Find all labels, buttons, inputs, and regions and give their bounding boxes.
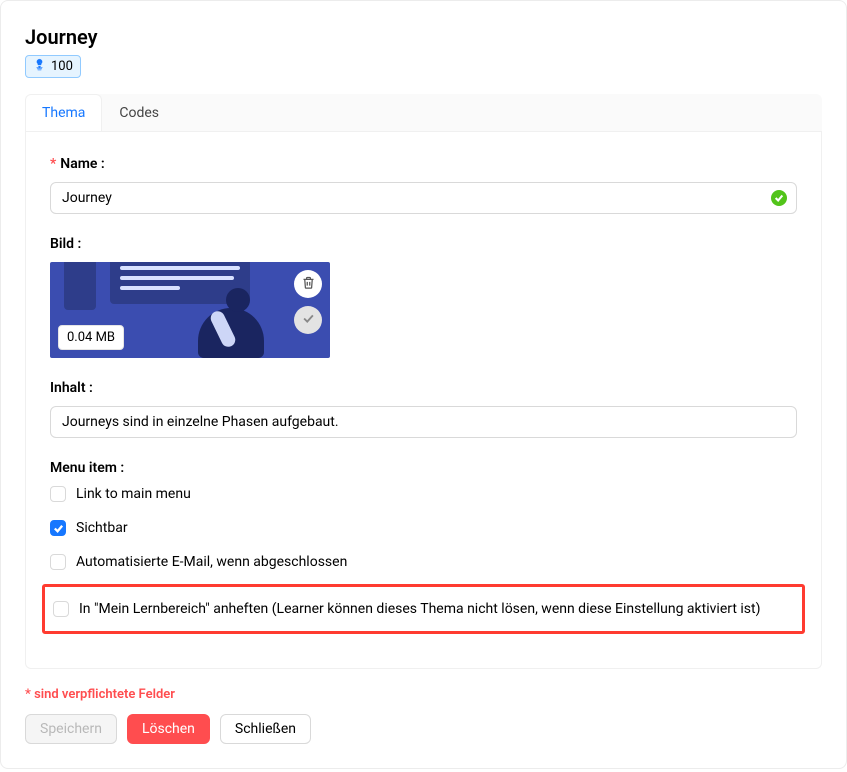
checkbox-icon [53, 601, 69, 617]
inhalt-input[interactable] [50, 406, 797, 438]
checkbox-label: Sichtbar [76, 520, 128, 536]
required-fields-note: * sind verpflichtete Felder [25, 687, 822, 702]
checkmark-icon [301, 311, 316, 330]
trash-icon [301, 275, 316, 294]
checkbox-icon [50, 520, 66, 536]
close-button[interactable]: Schließen [220, 714, 311, 744]
checkbox-label: Link to main menu [76, 486, 191, 502]
checkbox-label: In "Mein Lernbereich" anheften (Learner … [79, 601, 760, 617]
inhalt-label: Inhalt : [50, 380, 797, 396]
tab-bar: Thema Codes [25, 94, 822, 132]
checkbox-icon [50, 554, 66, 570]
field-content: Inhalt : [50, 380, 797, 438]
delete-image-button[interactable] [294, 270, 322, 298]
tab-thema[interactable]: Thema [25, 94, 102, 132]
field-image: Bild : 0.04 MB [50, 236, 797, 358]
menu-item-label: Menu item : [50, 460, 797, 476]
brain-icon [33, 58, 46, 75]
page-title: Journey [25, 25, 822, 49]
action-buttons: Speichern Löschen Schließen [25, 714, 822, 744]
tab-panel-thema: *Name : Bild : [25, 132, 822, 669]
field-name: *Name : [50, 156, 797, 214]
checkbox-anheften[interactable]: In "Mein Lernbereich" anheften (Learner … [53, 601, 794, 617]
delete-button[interactable]: Löschen [127, 714, 210, 744]
checkmark-icon [771, 190, 787, 206]
image-preview[interactable]: 0.04 MB [50, 262, 330, 358]
bild-label: Bild : [50, 236, 797, 252]
checkbox-label: Automatisierte E-Mail, wenn abgeschlosse… [76, 554, 347, 570]
save-button[interactable]: Speichern [25, 714, 117, 744]
approve-image-button[interactable] [294, 306, 322, 334]
checkbox-link-main-menu[interactable]: Link to main menu [50, 486, 797, 502]
tabs: Thema Codes *Name : Bild : [25, 94, 822, 669]
points-badge: 100 [25, 55, 81, 78]
settings-panel: Journey 100 Thema Codes *Name : [0, 0, 847, 769]
name-label: *Name : [50, 156, 797, 172]
highlighted-area: In "Mein Lernbereich" anheften (Learner … [42, 584, 805, 634]
tab-codes[interactable]: Codes [102, 94, 176, 131]
checkbox-icon [50, 486, 66, 502]
image-size-label: 0.04 MB [58, 325, 124, 350]
required-asterisk: * [50, 156, 56, 172]
name-input[interactable] [50, 182, 797, 214]
points-value: 100 [51, 59, 73, 74]
checkbox-sichtbar[interactable]: Sichtbar [50, 520, 797, 536]
field-menu-item: Menu item : Link to main menu Sichtbar A… [50, 460, 797, 634]
checkbox-auto-email[interactable]: Automatisierte E-Mail, wenn abgeschlosse… [50, 554, 797, 570]
